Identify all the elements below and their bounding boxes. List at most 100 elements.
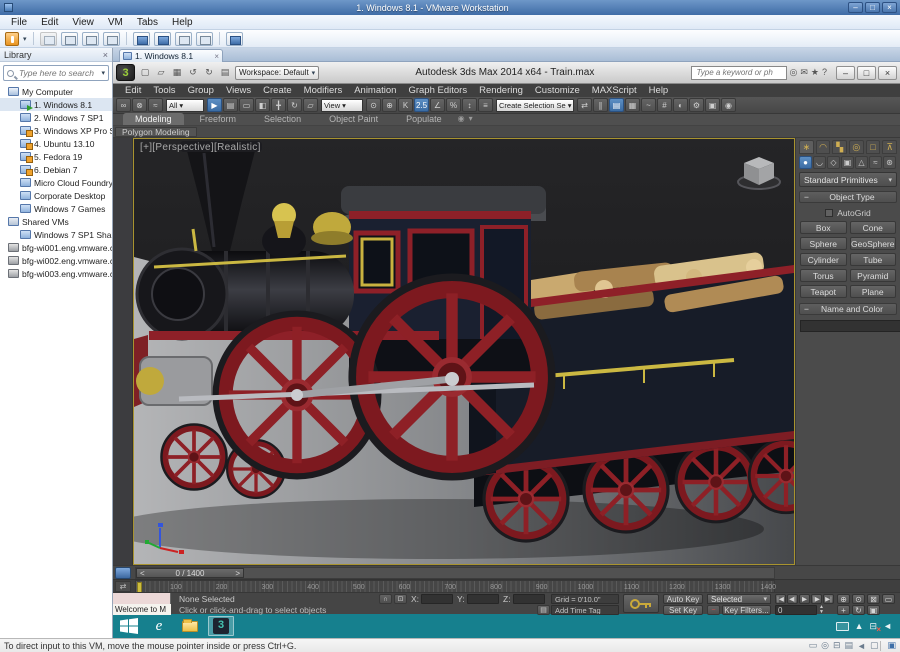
geometry-icon[interactable]: ● [799, 156, 812, 169]
render-setup-icon[interactable]: ⚙ [689, 98, 704, 112]
vm-tree-item[interactable]: Shared VMs [0, 215, 112, 228]
object-type-rollout[interactable]: − Object Type [799, 191, 897, 203]
suspend-button[interactable] [39, 31, 57, 46]
go-to-end-button[interactable]: ▶| [823, 594, 834, 604]
max-menu-item[interactable]: Modifiers [298, 85, 349, 96]
show-console-button[interactable] [225, 31, 243, 46]
current-frame-field[interactable] [775, 605, 817, 615]
x-coordinate-field[interactable] [421, 594, 453, 604]
vm-tree-item[interactable]: My Computer [0, 85, 112, 98]
ribbon-tab[interactable]: Populate [394, 113, 454, 125]
harddisk-icon[interactable]: ▭ [809, 640, 818, 651]
power-dropdown-icon[interactable]: ▾ [23, 35, 27, 43]
infocenter-search-input[interactable] [694, 67, 775, 78]
redo-icon[interactable]: ↻ [202, 66, 216, 79]
max-menu-item[interactable]: Help [643, 85, 675, 96]
vm-tab[interactable]: 1. Windows 8.1 × [119, 49, 223, 62]
selection-set-name-dropdown[interactable]: Selected ▾ [707, 594, 771, 604]
rendered-frame-icon[interactable]: ▣ [705, 98, 720, 112]
vm-tree-item[interactable]: bfg-wi001.eng.vmware.com [0, 241, 112, 254]
vm-tree-item[interactable]: 4. Ubuntu 13.10 [0, 137, 112, 150]
orbit-icon[interactable]: ↻ [852, 605, 865, 615]
start-button[interactable] [117, 616, 141, 636]
maximize-viewport-icon[interactable]: ▣ [867, 605, 880, 615]
display-icon[interactable]: ▢ [870, 640, 879, 651]
library-search[interactable]: ▾ [3, 65, 109, 81]
unity-button[interactable] [195, 31, 213, 46]
sound-icon[interactable]: ◄ [857, 641, 866, 651]
tray-expand-icon[interactable]: ▲ [855, 621, 864, 631]
vmware-menu-item[interactable]: VM [101, 17, 130, 28]
undo-icon[interactable]: ↺ [186, 66, 200, 79]
primitive-button[interactable]: Plane [849, 285, 896, 298]
primitive-button[interactable]: Cone [849, 221, 896, 234]
name-and-color-rollout[interactable]: − Name and Color [799, 303, 897, 315]
snapshot-revert-button[interactable] [81, 31, 99, 46]
vm-tree-item[interactable]: bfg-wi002.eng.vmware.com [0, 254, 112, 267]
fullscreen-button[interactable] [174, 31, 192, 46]
primitive-button[interactable]: Torus [800, 269, 847, 282]
material-editor-icon[interactable]: ◐ [673, 98, 688, 112]
favorites-icon[interactable]: ★ [811, 67, 819, 78]
layer-manager-icon[interactable]: ▤ [609, 98, 624, 112]
vm-tree-item[interactable]: Windows 7 SP1 Shared [0, 228, 112, 241]
vmware-menu-item[interactable]: Edit [34, 17, 65, 28]
primitive-button[interactable]: Sphere [800, 237, 847, 250]
maxscript-listener[interactable]: Welcome to M [113, 604, 171, 615]
percent-snap-icon[interactable]: % [446, 98, 461, 112]
play-button[interactable]: ▶ [799, 594, 810, 604]
vmware-menu-item[interactable]: Tabs [130, 17, 165, 28]
vm-tree-item[interactable]: 6. Debian 7 [0, 163, 112, 176]
touch-keyboard-icon[interactable] [835, 621, 849, 631]
taskbar-3dsmax-icon[interactable]: 3 [208, 616, 234, 636]
autogrid-checkbox[interactable] [825, 208, 834, 217]
select-and-scale-icon[interactable]: ▱ [303, 98, 318, 112]
mirror-icon[interactable]: ⇄ [577, 98, 592, 112]
y-coordinate-field[interactable] [467, 594, 499, 604]
add-time-tag[interactable]: Add Time Tag [551, 605, 619, 615]
zoom-icon[interactable]: ⊕ [837, 594, 850, 604]
max-minimize-button[interactable]: – [836, 65, 855, 80]
spinner-snap-icon[interactable]: ↕ [462, 98, 477, 112]
pan-icon[interactable]: + [837, 605, 850, 615]
network-status-icon[interactable]: ⊟ × [870, 621, 882, 634]
viewport-label[interactable]: [+][Perspective][Realistic] [140, 142, 261, 153]
macro-recorder-pane[interactable] [113, 593, 171, 604]
save-file-icon[interactable]: ▦ [170, 66, 184, 79]
lights-icon[interactable]: ◇ [827, 156, 840, 169]
primitive-button[interactable]: Box [800, 221, 847, 234]
max-menu-item[interactable]: Create [257, 85, 298, 96]
create-tab-icon[interactable]: ∗ [799, 140, 814, 154]
mini-curve-editor-button[interactable]: ⇄ [115, 581, 131, 592]
modify-tab-icon[interactable]: ◠ [815, 140, 831, 154]
ribbon-tab[interactable]: Modeling [123, 113, 184, 125]
primitive-button[interactable]: Pyramid [849, 269, 896, 282]
zoom-extents-icon[interactable]: ⊠ [867, 594, 880, 604]
max-menu-item[interactable]: Customize [529, 85, 586, 96]
motion-tab-icon[interactable]: ◎ [849, 140, 864, 154]
vmware-menu-item[interactable]: Help [165, 17, 200, 28]
max-application-button[interactable]: 3 [116, 64, 135, 81]
vm-tree-item[interactable]: bfg-wi003.eng.vmware.com [0, 267, 112, 280]
new-key-icon[interactable]: ~ [707, 605, 720, 615]
printer-icon[interactable]: ▤ [845, 640, 854, 651]
console-view-button[interactable] [153, 31, 171, 46]
vm-tree-item[interactable]: 1. Windows 8.1 [0, 98, 112, 111]
time-slider-thumb[interactable]: < 0 / 1400 > [136, 568, 244, 578]
infocenter-search[interactable] [690, 65, 787, 80]
vm-tree-item[interactable]: Windows 7 Games [0, 202, 112, 215]
snapshot-take-button[interactable] [60, 31, 78, 46]
key-filters-button[interactable]: Key Filters... [722, 605, 771, 615]
set-key-button[interactable]: Set Key [663, 605, 703, 615]
ribbon-config-icon[interactable]: ◉ [458, 113, 465, 125]
cameras-icon[interactable]: ▣ [841, 156, 854, 169]
schematic-view-icon[interactable]: # [657, 98, 672, 112]
infocenter-search-icon[interactable]: ◎ [790, 67, 798, 78]
previous-frame-arrow[interactable]: < [140, 569, 145, 578]
curve-editor-icon[interactable]: ~ [641, 98, 656, 112]
project-folder-icon[interactable]: ▤ [218, 66, 232, 79]
set-keys-button[interactable] [623, 594, 659, 613]
max-menu-item[interactable]: Rendering [473, 85, 529, 96]
ribbon-tab[interactable]: Object Paint [317, 113, 390, 125]
select-and-link-icon[interactable]: ∞ [116, 98, 131, 112]
